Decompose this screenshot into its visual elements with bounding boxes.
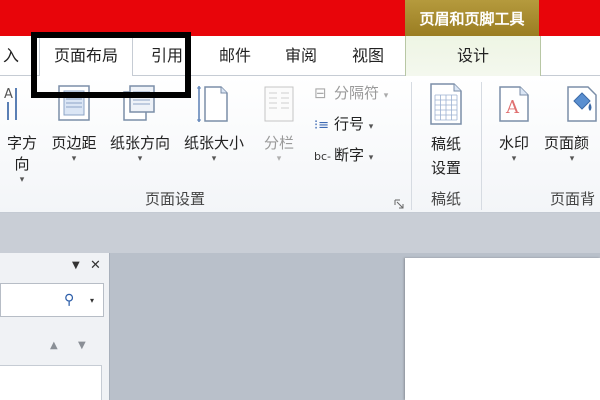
chevron-down-icon: ▾ bbox=[511, 154, 517, 164]
text-direction-button[interactable]: 字方向 ▾ bbox=[0, 132, 44, 186]
page-setup-group-label: 页面设置 bbox=[144, 190, 205, 208]
svg-text:A: A bbox=[4, 87, 13, 102]
breaks-icon: ⊟ bbox=[314, 84, 327, 102]
svg-text:A: A bbox=[505, 97, 520, 118]
text-direction-icon: A bbox=[0, 84, 26, 128]
previous-result-icon[interactable]: ▲ bbox=[50, 340, 58, 351]
manuscript-settings-label-line2: 设置 bbox=[430, 159, 461, 177]
tab-design[interactable]: 设计 bbox=[405, 36, 541, 76]
paper-size-icon bbox=[196, 84, 230, 128]
pane-close-icon[interactable]: ✕ bbox=[90, 258, 101, 273]
margins-button[interactable]: 页边距 ▾ bbox=[46, 132, 102, 165]
columns-icon bbox=[264, 86, 294, 126]
chevron-down-icon: ▾ bbox=[368, 122, 374, 132]
navigation-search-input[interactable] bbox=[0, 283, 104, 317]
dialog-launcher-icon[interactable] bbox=[394, 194, 404, 213]
manuscript-icon bbox=[428, 82, 464, 130]
orientation-label: 纸张方向 bbox=[109, 134, 170, 152]
line-numbers-button[interactable]: ⁝≡ 行号 ▾ bbox=[314, 112, 373, 136]
search-icon[interactable]: ⚲ bbox=[64, 292, 74, 308]
hyphenation-icon: bc- bbox=[314, 150, 331, 163]
search-options-chevron-icon[interactable]: ▾ bbox=[90, 296, 94, 305]
page-background-group-label: 页面背 bbox=[550, 190, 596, 208]
hyphenation-button[interactable]: bc- 断字 ▾ bbox=[314, 143, 373, 167]
chevron-down-icon: ▾ bbox=[569, 154, 575, 164]
page-color-icon bbox=[566, 85, 598, 127]
orientation-button[interactable]: 纸张方向 ▾ bbox=[104, 132, 176, 165]
text-direction-label: 字方向 bbox=[6, 134, 37, 173]
ruler-band bbox=[0, 213, 600, 253]
chevron-down-icon: ▾ bbox=[19, 175, 25, 185]
watermark-label: 水印 bbox=[498, 134, 529, 152]
tab-insert[interactable]: 入 bbox=[0, 36, 22, 76]
context-tab-group-label: 页眉和页脚工具 bbox=[419, 10, 525, 28]
hyphenation-label: 断字 bbox=[334, 146, 365, 164]
line-numbers-icon: ⁝≡ bbox=[314, 118, 330, 133]
margins-label: 页边距 bbox=[51, 134, 97, 152]
page-color-button[interactable]: 页面颜 ▾ bbox=[544, 132, 600, 165]
chevron-down-icon: ▾ bbox=[383, 91, 389, 101]
navigation-results-list bbox=[0, 365, 102, 400]
manuscript-settings-button[interactable]: 稿纸 设置 bbox=[418, 132, 474, 180]
tab-mailings[interactable]: 邮件 bbox=[205, 36, 265, 76]
columns-button[interactable]: 分栏 ▾ bbox=[256, 132, 302, 165]
annotation-highlight-box bbox=[31, 32, 191, 98]
chevron-down-icon: ▾ bbox=[211, 154, 217, 164]
group-separator bbox=[481, 82, 482, 210]
tab-view[interactable]: 视图 bbox=[338, 36, 398, 76]
group-separator bbox=[411, 82, 412, 210]
page-color-label: 页面颜 bbox=[544, 134, 590, 152]
next-result-icon[interactable]: ▼ bbox=[78, 340, 86, 351]
breaks-button[interactable]: ⊟ 分隔符 ▾ bbox=[314, 81, 388, 105]
pane-menu-dropdown-icon[interactable]: ▼ bbox=[72, 260, 80, 271]
manuscript-settings-label-line1: 稿纸 bbox=[430, 135, 461, 153]
watermark-icon: A bbox=[498, 85, 530, 127]
breaks-label: 分隔符 bbox=[334, 84, 380, 102]
paper-size-button[interactable]: 纸张大小 ▾ bbox=[178, 132, 250, 165]
document-page[interactable] bbox=[405, 258, 600, 400]
chevron-down-icon: ▾ bbox=[368, 153, 374, 163]
watermark-button[interactable]: 水印 ▾ bbox=[490, 132, 538, 165]
tab-review[interactable]: 审阅 bbox=[272, 36, 330, 76]
columns-label: 分栏 bbox=[263, 134, 294, 152]
chevron-down-icon: ▾ bbox=[71, 154, 77, 164]
paper-size-label: 纸张大小 bbox=[183, 134, 244, 152]
manuscript-group-label: 稿纸 bbox=[430, 190, 461, 208]
line-numbers-label: 行号 bbox=[334, 115, 365, 133]
chevron-down-icon: ▾ bbox=[137, 154, 143, 164]
header-footer-tools-group: 页眉和页脚工具 bbox=[405, 0, 539, 36]
chevron-down-icon: ▾ bbox=[276, 154, 282, 164]
